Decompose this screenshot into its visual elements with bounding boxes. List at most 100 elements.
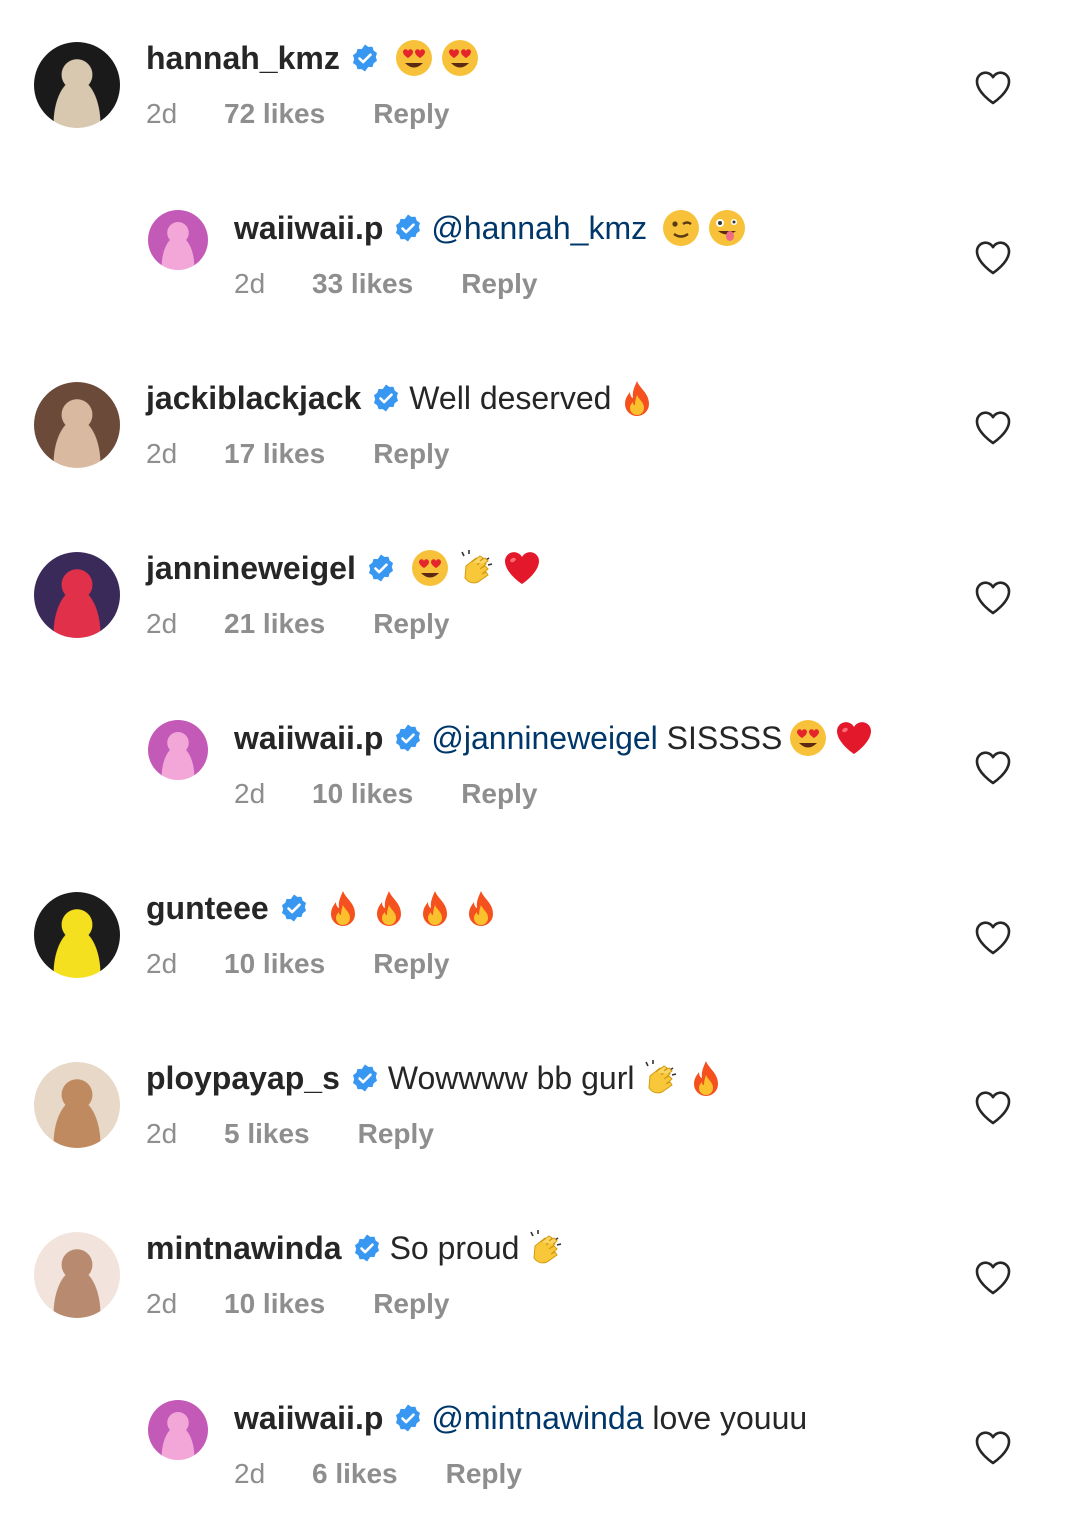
mention-link[interactable]: @jannineweigel (431, 716, 657, 760)
verified-badge-icon (393, 213, 423, 243)
username-link[interactable]: jackiblackjack (146, 376, 361, 420)
likes-count[interactable]: 10 likes (224, 1286, 325, 1322)
like-heart-icon[interactable] (974, 410, 1012, 446)
username-link[interactable]: gunteee (146, 886, 269, 930)
username-link[interactable]: hannah_kmz (146, 36, 340, 80)
clap-emoji-icon (456, 548, 496, 588)
fire-emoji-icon (369, 888, 409, 928)
comment-text: SISSSS (666, 720, 783, 756)
avatar[interactable] (34, 42, 120, 128)
timestamp: 2d (234, 1458, 266, 1489)
heart-eyes-emoji-icon (440, 38, 480, 78)
reply-button[interactable]: Reply (373, 606, 449, 642)
timestamp: 2d (146, 1118, 178, 1149)
like-heart-icon[interactable] (974, 70, 1012, 106)
avatar[interactable] (148, 1400, 208, 1460)
likes-count[interactable]: 10 likes (224, 946, 325, 982)
comment-meta: 2d 5 likes Reply (146, 1116, 434, 1152)
verified-badge-icon (352, 1233, 382, 1263)
comment-body: jackiblackjack Well deserved (146, 376, 657, 420)
comment-body: jannineweigel (146, 546, 542, 590)
comment-body: waiiwaii.p @hannah_kmz (234, 206, 747, 250)
heart-eyes-emoji-icon (410, 548, 450, 588)
username-link[interactable]: waiiwaii.p (234, 1396, 383, 1440)
comment: jackiblackjack Well deserved 2d 17 likes Rep… (0, 340, 1070, 470)
reply-button[interactable]: Reply (373, 1286, 449, 1322)
verified-badge-icon (350, 43, 380, 73)
comment: ploypayap_s Wowwww bb gurl 2d 5 likes Reply (0, 1020, 1070, 1150)
username-link[interactable]: waiiwaii.p (234, 206, 383, 250)
verified-badge-icon (366, 553, 396, 583)
timestamp: 2d (146, 1288, 178, 1319)
timestamp: 2d (234, 778, 266, 809)
verified-badge-icon (279, 893, 309, 923)
comment-body: hannah_kmz (146, 36, 480, 80)
like-heart-icon[interactable] (974, 240, 1012, 276)
username-link[interactable]: jannineweigel (146, 546, 356, 590)
reply-comment: waiiwaii.p @jannineweigel SISSSS 2d 10 like… (0, 680, 1070, 810)
username-link[interactable]: mintnawinda (146, 1226, 342, 1270)
verified-badge-icon (371, 383, 401, 413)
comment-body: waiiwaii.p @jannineweigel SISSSS (234, 716, 874, 760)
avatar[interactable] (34, 892, 120, 978)
like-heart-icon[interactable] (974, 1430, 1012, 1466)
mention-link[interactable]: @hannah_kmz (431, 206, 647, 250)
comment-meta: 2d 10 likes Reply (234, 776, 537, 812)
comment-meta: 2d 6 likes Reply (234, 1456, 522, 1492)
reply-button[interactable]: Reply (373, 96, 449, 132)
avatar[interactable] (34, 382, 120, 468)
comment-text: Wowwww bb gurl (387, 1060, 635, 1096)
comment-body: ploypayap_s Wowwww bb gurl (146, 1056, 726, 1100)
like-heart-icon[interactable] (974, 920, 1012, 956)
likes-count[interactable]: 17 likes (224, 436, 325, 472)
avatar[interactable] (34, 1062, 120, 1148)
mention-link[interactable]: @mintnawinda (431, 1396, 643, 1440)
timestamp: 2d (234, 268, 266, 299)
like-heart-icon[interactable] (974, 750, 1012, 786)
like-heart-icon[interactable] (974, 580, 1012, 616)
comment-meta: 2d 17 likes Reply (146, 436, 449, 472)
avatar[interactable] (148, 210, 208, 270)
like-heart-icon[interactable] (974, 1090, 1012, 1126)
reply-button[interactable]: Reply (373, 436, 449, 472)
reply-button[interactable]: Reply (446, 1456, 522, 1492)
likes-count[interactable]: 72 likes (224, 96, 325, 132)
likes-count[interactable]: 33 likes (312, 266, 413, 302)
comment-body: gunteee (146, 886, 501, 930)
fire-emoji-icon (415, 888, 455, 928)
reply-comment: waiiwaii.p @hannah_kmz 2d 33 likes Reply (0, 170, 1070, 300)
timestamp: 2d (146, 438, 178, 469)
comment-body: waiiwaii.p @mintnawinda love youuu (234, 1396, 807, 1440)
username-link[interactable]: ploypayap_s (146, 1056, 340, 1100)
comment-text: So proud (389, 1230, 520, 1266)
likes-count[interactable]: 10 likes (312, 776, 413, 812)
reply-button[interactable]: Reply (461, 266, 537, 302)
comment-text: Well deserved (409, 380, 612, 416)
likes-count[interactable]: 5 likes (224, 1116, 310, 1152)
comment: mintnawinda So proud 2d 10 likes Reply (0, 1190, 1070, 1320)
red-heart-emoji-icon (502, 548, 542, 588)
username-link[interactable]: waiiwaii.p (234, 716, 383, 760)
avatar[interactable] (34, 1232, 120, 1318)
fire-emoji-icon (323, 888, 363, 928)
timestamp: 2d (146, 948, 178, 979)
comments-list: hannah_kmz 2d 72 likes Reply waiiwaii.p @hann… (0, 0, 1070, 1532)
likes-count[interactable]: 6 likes (312, 1456, 398, 1492)
verified-badge-icon (393, 1403, 423, 1433)
reply-button[interactable]: Reply (373, 946, 449, 982)
reply-button[interactable]: Reply (461, 776, 537, 812)
avatar[interactable] (34, 552, 120, 638)
clap-emoji-icon (525, 1228, 565, 1268)
fire-emoji-icon (461, 888, 501, 928)
heart-eyes-emoji-icon (788, 718, 828, 758)
avatar[interactable] (148, 720, 208, 780)
like-heart-icon[interactable] (974, 1260, 1012, 1296)
comment: gunteee 2d 10 likes Reply (0, 850, 1070, 980)
reply-button[interactable]: Reply (358, 1116, 434, 1152)
comment-meta: 2d 72 likes Reply (146, 96, 449, 132)
comment-text: love youuu (652, 1400, 808, 1436)
comment-meta: 2d 33 likes Reply (234, 266, 537, 302)
clap-emoji-icon (640, 1058, 680, 1098)
comment-meta: 2d 10 likes Reply (146, 1286, 449, 1322)
likes-count[interactable]: 21 likes (224, 606, 325, 642)
